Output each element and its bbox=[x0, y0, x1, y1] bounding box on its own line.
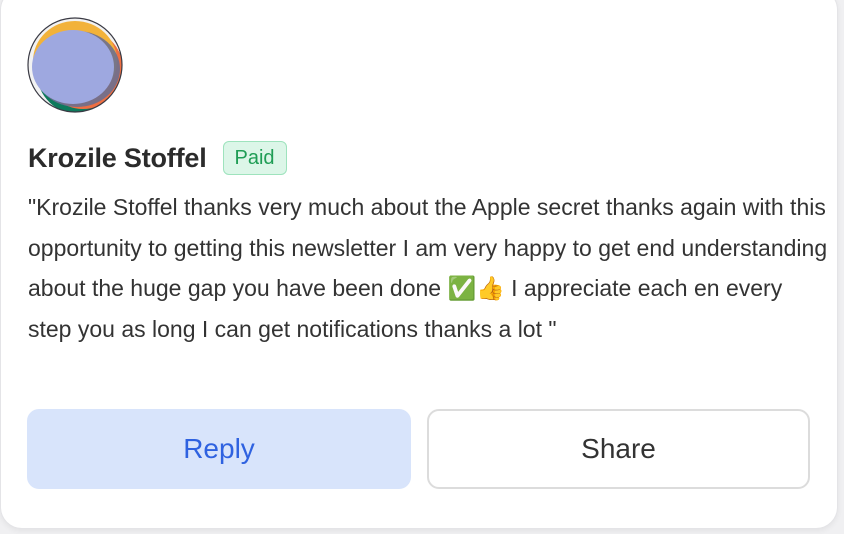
comment-text: "Krozile Stoffel thanks very much about … bbox=[28, 194, 828, 342]
reply-button[interactable]: Reply bbox=[27, 409, 411, 489]
comment-card: Krozile Stoffel Paid "Krozile Stoffel th… bbox=[0, 0, 838, 529]
share-button[interactable]: Share bbox=[427, 409, 810, 489]
paid-badge: Paid bbox=[222, 141, 287, 175]
avatar[interactable] bbox=[27, 17, 123, 113]
avatar-image bbox=[27, 17, 123, 113]
author-name[interactable]: Krozile Stoffel bbox=[28, 143, 207, 174]
author-row: Krozile Stoffel Paid bbox=[28, 139, 287, 177]
